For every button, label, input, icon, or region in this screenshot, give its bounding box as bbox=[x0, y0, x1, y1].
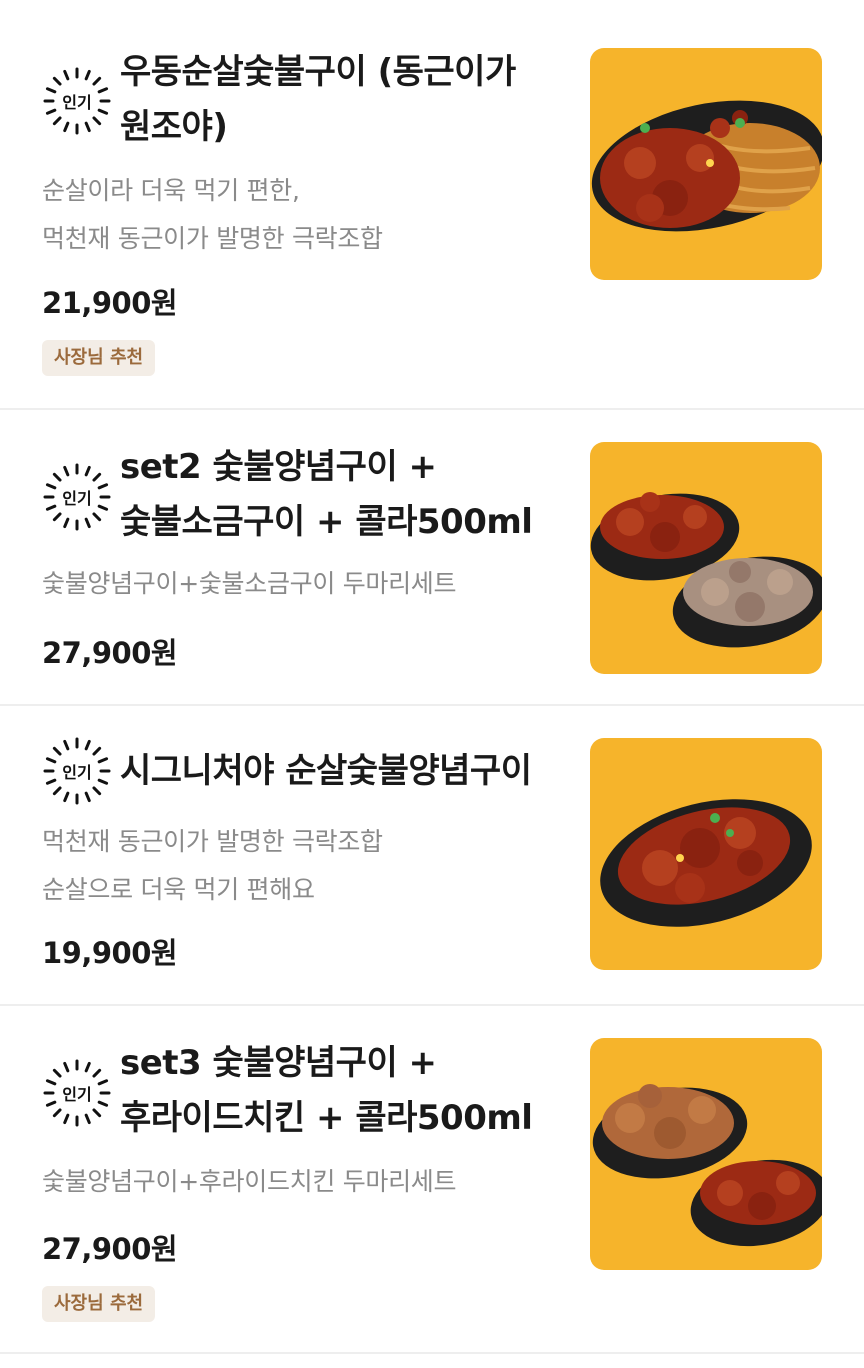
menu-item-description: 숯불양념구이+숯불소금구이 두마리세트 bbox=[42, 560, 562, 608]
menu-item-description: 순살이라 더욱 먹기 편한, 먹천재 동근이가 발명한 극락조합 bbox=[42, 167, 562, 263]
burst-ray bbox=[63, 121, 70, 133]
burst-ray bbox=[52, 1108, 62, 1118]
burst-ray bbox=[63, 1113, 70, 1125]
popular-badge-label: 인기 bbox=[62, 489, 91, 508]
burst-ray bbox=[92, 76, 102, 86]
burst-ray bbox=[84, 1113, 91, 1125]
menu-item-2[interactable]: 인기 set2 숯불양념구이 + 숯불소금구이 + 콜라500ml 숯불양념구이… bbox=[0, 410, 864, 706]
menu-item-image[interactable] bbox=[590, 1038, 822, 1270]
burst-ray bbox=[52, 472, 62, 482]
popular-badge-icon: 인기 bbox=[42, 462, 112, 532]
popular-badge-icon: 인기 bbox=[42, 1058, 112, 1128]
menu-item-price: 27,900원 bbox=[42, 636, 178, 670]
menu-item-1[interactable]: 인기 우동순살숯불구이 (동근이가 원조야) 순살이라 더욱 먹기 편한, 먹천… bbox=[0, 0, 864, 410]
title-line: set2 숯불양념구이 + bbox=[120, 447, 437, 487]
popular-badge-icon: 인기 bbox=[42, 66, 112, 136]
burst-ray bbox=[63, 1061, 70, 1073]
burst-ray bbox=[92, 512, 102, 522]
burst-ray bbox=[97, 483, 109, 490]
menu-item-description: 먹천재 동근이가 발명한 극락조합 순살으로 더욱 먹기 편해요 bbox=[42, 818, 562, 914]
burst-ray bbox=[92, 116, 102, 126]
burst-ray bbox=[84, 121, 91, 133]
menu-list: 인기 우동순살숯불구이 (동근이가 원조야) 순살이라 더욱 먹기 편한, 먹천… bbox=[0, 0, 864, 1354]
menu-item-title: 시그니처야 순살숯불양념구이 bbox=[120, 744, 580, 799]
burst-ray bbox=[97, 1100, 109, 1107]
menu-item-image[interactable] bbox=[590, 48, 822, 280]
burst-ray bbox=[84, 739, 91, 751]
burst-ray bbox=[52, 746, 62, 756]
burst-ray bbox=[92, 786, 102, 796]
popular-badge-label: 인기 bbox=[62, 1085, 91, 1104]
popular-badge-label: 인기 bbox=[62, 763, 91, 782]
menu-item-price: 27,900원 bbox=[42, 1232, 178, 1266]
desc-line: 순살으로 더욱 먹기 편해요 bbox=[42, 875, 315, 904]
title-line: 우동순살숯불구이 (동근이가 bbox=[120, 52, 516, 92]
burst-ray bbox=[52, 786, 62, 796]
burst-ray bbox=[97, 504, 109, 511]
title-line: 후라이드치킨 + 콜라500ml bbox=[120, 1098, 533, 1138]
burst-ray bbox=[63, 791, 70, 803]
popular-badge-icon: 인기 bbox=[42, 736, 112, 806]
burst-ray bbox=[84, 465, 91, 477]
menu-item-3[interactable]: 인기 시그니처야 순살숯불양념구이 먹천재 동근이가 발명한 극락조합 순살으로… bbox=[0, 706, 864, 1006]
burst-ray bbox=[45, 87, 57, 94]
burst-ray bbox=[52, 1068, 62, 1078]
desc-line: 먹천재 동근이가 발명한 극락조합 bbox=[42, 224, 383, 253]
desc-line: 먹천재 동근이가 발명한 극락조합 bbox=[42, 827, 383, 856]
burst-ray bbox=[63, 739, 70, 751]
burst-ray bbox=[45, 504, 57, 511]
title-line: 원조야) bbox=[120, 107, 228, 147]
burst-ray bbox=[52, 76, 62, 86]
owner-recommend-tag: 사장님 추천 bbox=[42, 340, 156, 376]
burst-ray bbox=[97, 757, 109, 764]
burst-ray bbox=[45, 778, 57, 785]
desc-line: 순살이라 더욱 먹기 편한, bbox=[42, 176, 300, 205]
burst-ray bbox=[63, 69, 70, 81]
burst-ray bbox=[97, 778, 109, 785]
burst-ray bbox=[92, 1068, 102, 1078]
menu-item-image[interactable] bbox=[590, 738, 822, 970]
burst-ray bbox=[63, 517, 70, 529]
burst-ray bbox=[97, 87, 109, 94]
burst-ray bbox=[97, 108, 109, 115]
burst-ray bbox=[52, 512, 62, 522]
menu-item-4[interactable]: 인기 set3 숯불양념구이 + 후라이드치킨 + 콜라500ml 숯불양념구이… bbox=[0, 1006, 864, 1354]
popular-badge-label: 인기 bbox=[62, 93, 91, 112]
desc-line: 숯불양념구이+숯불소금구이 두마리세트 bbox=[42, 569, 457, 598]
desc-line: 숯불양념구이+후라이드치킨 두마리세트 bbox=[42, 1167, 457, 1196]
menu-item-title: set2 숯불양념구이 + 숯불소금구이 + 콜라500ml bbox=[120, 440, 580, 550]
title-line: set3 숯불양념구이 + bbox=[120, 1043, 437, 1083]
burst-ray bbox=[92, 1108, 102, 1118]
menu-item-image[interactable] bbox=[590, 442, 822, 674]
burst-ray bbox=[84, 791, 91, 803]
burst-ray bbox=[52, 116, 62, 126]
burst-ray bbox=[92, 472, 102, 482]
title-line: 시그니처야 순살숯불양념구이 bbox=[120, 751, 532, 791]
burst-ray bbox=[45, 483, 57, 490]
burst-ray bbox=[97, 1079, 109, 1086]
burst-ray bbox=[45, 757, 57, 764]
title-line: 숯불소금구이 + 콜라500ml bbox=[120, 502, 533, 542]
burst-ray bbox=[63, 465, 70, 477]
burst-ray bbox=[84, 517, 91, 529]
menu-item-title: set3 숯불양념구이 + 후라이드치킨 + 콜라500ml bbox=[120, 1036, 580, 1146]
burst-ray bbox=[84, 69, 91, 81]
menu-item-title: 우동순살숯불구이 (동근이가 원조야) bbox=[120, 45, 580, 155]
menu-item-price: 21,900원 bbox=[42, 286, 178, 320]
menu-item-description: 숯불양념구이+후라이드치킨 두마리세트 bbox=[42, 1158, 562, 1206]
burst-ray bbox=[45, 108, 57, 115]
owner-recommend-tag: 사장님 추천 bbox=[42, 1286, 156, 1322]
burst-ray bbox=[45, 1100, 57, 1107]
burst-ray bbox=[84, 1061, 91, 1073]
burst-ray bbox=[92, 746, 102, 756]
burst-ray bbox=[45, 1079, 57, 1086]
menu-item-price: 19,900원 bbox=[42, 936, 178, 970]
